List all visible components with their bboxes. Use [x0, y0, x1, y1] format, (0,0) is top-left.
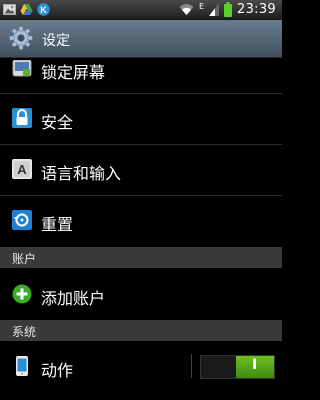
language-input-label: 语言和输入 [41, 164, 122, 183]
section-header-accounts: 账户 [0, 247, 282, 268]
image-icon [3, 4, 16, 15]
lock-screen-icon [12, 60, 32, 77]
section-header-system: 系统 [0, 320, 282, 341]
list-item-lock-screen[interactable]: 锁定屏幕 [0, 58, 282, 84]
security-label: 安全 [41, 113, 74, 132]
notification-icons: K [3, 2, 50, 17]
add-icon [12, 284, 32, 304]
battery-icon [224, 2, 233, 17]
settings-gear-icon[interactable] [8, 25, 34, 51]
security-lock-icon [12, 108, 32, 128]
list-item-reset[interactable]: 重置 [0, 196, 282, 245]
signal-icon [209, 3, 220, 16]
drive-icon [20, 4, 33, 15]
status-indicators: E 23:39 [179, 1, 276, 18]
svg-text:A: A [17, 162, 27, 177]
vertical-separator [191, 354, 192, 378]
network-type-label: E [198, 1, 205, 11]
motion-toggle[interactable]: I [200, 355, 275, 379]
toggle-on-indicator: I [252, 357, 258, 373]
toggle-knob: I [236, 356, 274, 378]
status-bar: K E 23:39 [0, 0, 282, 20]
wifi-icon [179, 4, 194, 15]
list-item-security[interactable]: 安全 [0, 94, 282, 144]
language-keyboard-icon: A [12, 159, 32, 179]
list-item-language-input[interactable]: A 语言和输入 [0, 145, 282, 195]
reset-icon [12, 210, 32, 230]
action-bar: 设定 [0, 20, 282, 58]
motion-label: 动作 [41, 361, 74, 380]
add-account-label: 添加账户 [41, 289, 106, 308]
page-title: 设定 [42, 33, 70, 49]
k-app-icon: K [37, 3, 50, 16]
section-title-system: 系统 [12, 325, 37, 339]
list-item-add-account[interactable]: 添加账户 [0, 269, 282, 320]
phone-motion-icon [16, 356, 28, 376]
section-title-accounts: 账户 [12, 252, 37, 266]
reset-label: 重置 [41, 215, 74, 234]
clock: 23:39 [237, 2, 276, 17]
lock-screen-label: 锁定屏幕 [41, 63, 106, 82]
svg-text:K: K [40, 5, 47, 15]
